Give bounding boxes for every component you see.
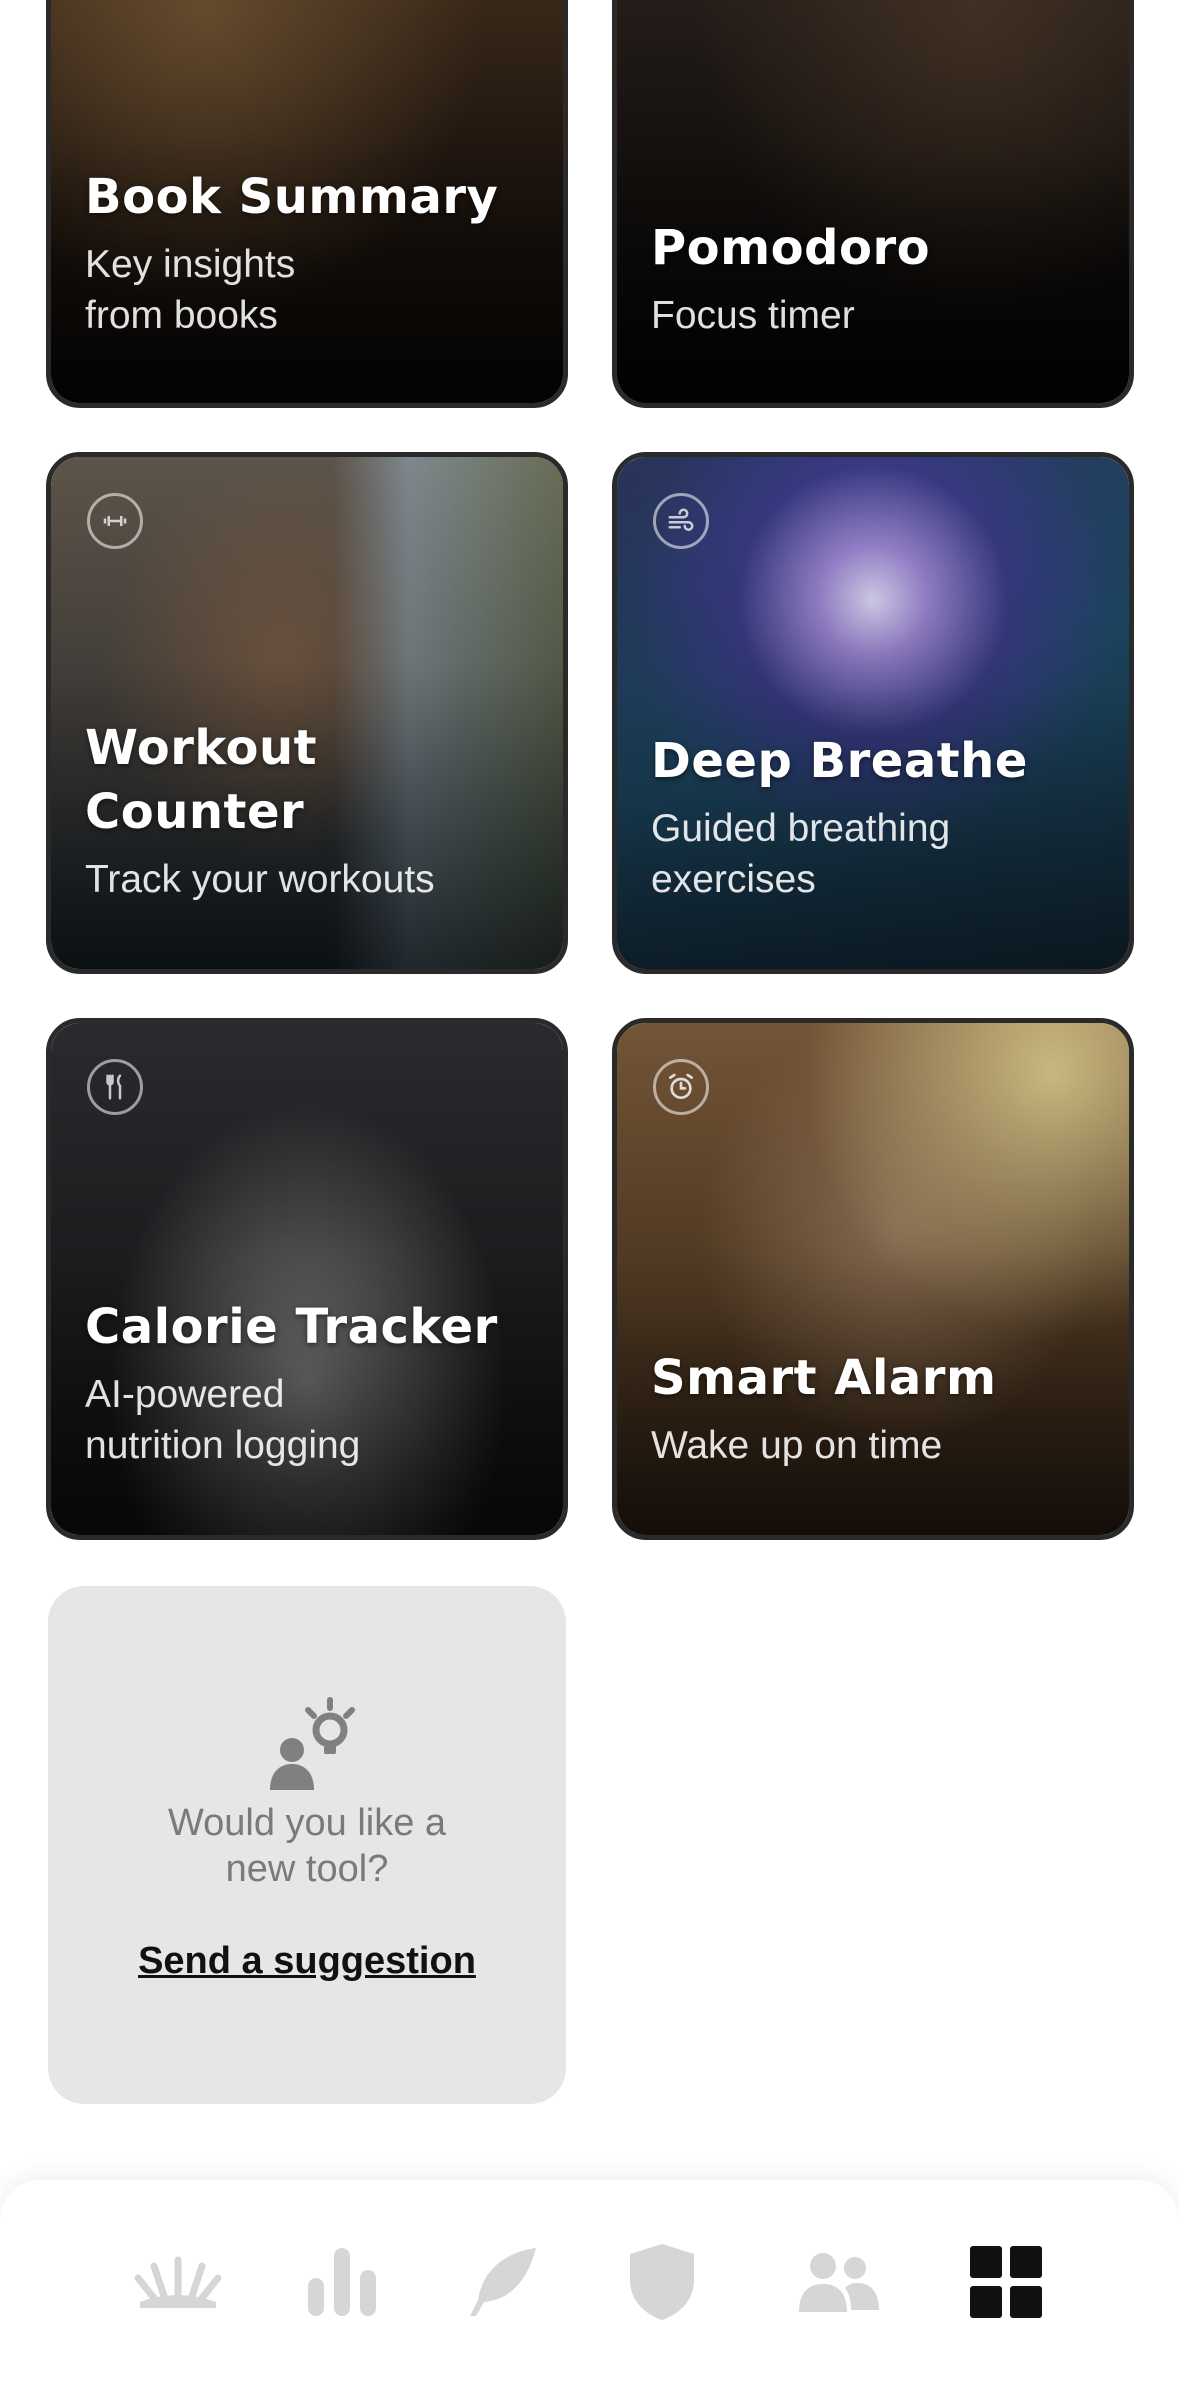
grid-icon [970,2246,1042,2318]
card-title: Book Summary [85,169,499,225]
tab-tools[interactable] [956,2232,1056,2332]
tab-community[interactable] [788,2232,888,2332]
wind-icon [653,493,709,549]
card-subtitle: Wake up on time [651,1424,943,1467]
card-subtitle: Key insights from books [85,243,296,337]
bottom-tab-bar [0,2180,1179,2396]
tool-card-workout-counter[interactable]: Workout Counter Track your workouts [46,452,568,974]
sunrise-icon [134,2256,222,2308]
tool-card-smart-alarm[interactable]: Smart Alarm Wake up on time [612,1018,1134,1540]
card-title: Workout Counter [85,720,318,840]
card-text: Deep Breathe Guided breathing exercises [651,729,1105,905]
card-text: Pomodoro Focus timer [651,216,1105,341]
card-title: Pomodoro [651,220,931,276]
card-title: Deep Breathe [651,733,1028,789]
card-title: Smart Alarm [651,1350,997,1406]
card-subtitle: AI-powered nutrition logging [85,1373,361,1467]
feather-icon [470,2248,536,2316]
tab-protection[interactable] [612,2232,712,2332]
tool-card-deep-breathe[interactable]: Deep Breathe Guided breathing exercises [612,452,1134,974]
card-text: Book Summary Key insights from books [85,165,539,341]
tool-card-pomodoro[interactable]: Pomodoro Focus timer [612,0,1134,408]
card-text: Smart Alarm Wake up on time [651,1346,1105,1471]
card-text: Calorie Tracker AI-powered nutrition log… [85,1295,539,1471]
person-lightbulb-icon [270,1697,355,1790]
send-suggestion-link[interactable]: Send a suggestion [48,1940,566,1983]
tool-card-calorie-tracker[interactable]: Calorie Tracker AI-powered nutrition log… [46,1018,568,1540]
shield-icon [630,2244,694,2320]
people-icon [799,2253,879,2312]
card-subtitle: Guided breathing exercises [651,807,951,901]
card-subtitle: Track your workouts [85,858,435,901]
utensils-icon [87,1059,143,1115]
tab-sunrise[interactable] [128,2232,228,2332]
bar-chart-icon [308,2248,376,2316]
tab-journal[interactable] [452,2232,552,2332]
suggestion-card: Would you like a new tool? Send a sugges… [48,1586,566,2104]
card-title: Calorie Tracker [85,1299,498,1355]
alarm-clock-icon [653,1059,709,1115]
tab-stats[interactable] [292,2232,392,2332]
dumbbell-icon [87,493,143,549]
card-text: Workout Counter Track your workouts [85,716,539,905]
tool-card-book-summary[interactable]: Book Summary Key insights from books [46,0,568,408]
card-subtitle: Focus timer [651,294,855,337]
suggestion-question: Would you like a new tool? [167,1802,447,1890]
